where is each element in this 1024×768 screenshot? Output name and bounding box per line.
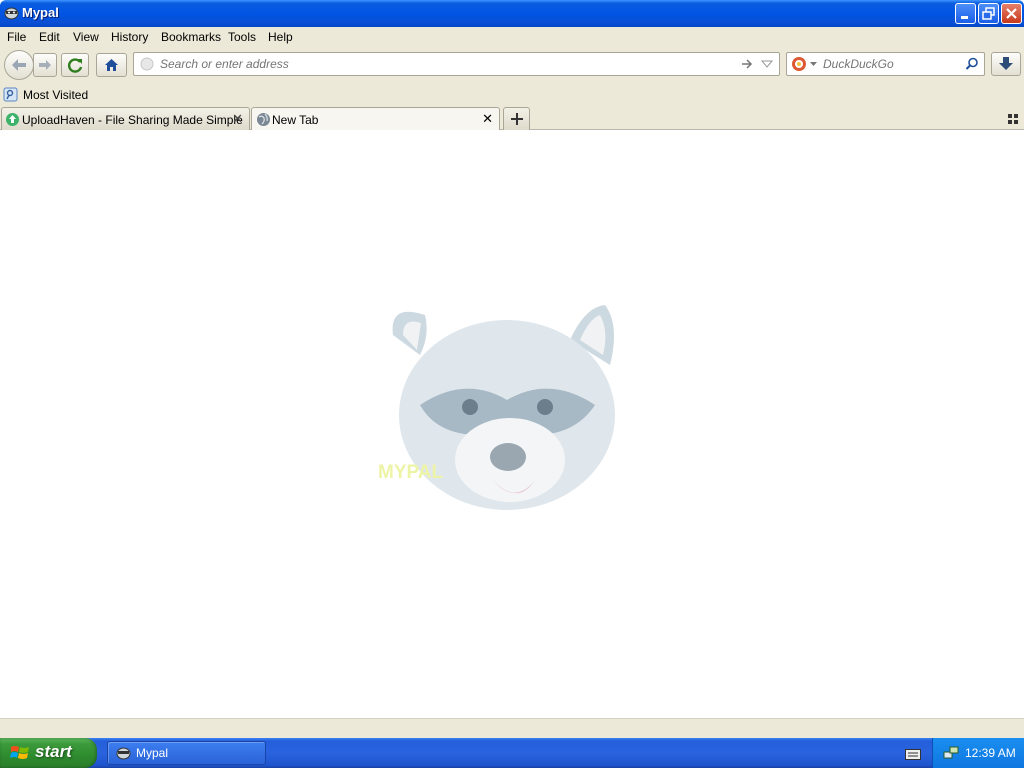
home-button[interactable]	[96, 53, 127, 77]
start-button[interactable]: start	[0, 738, 97, 768]
reload-icon	[68, 58, 83, 73]
forward-arrow-icon	[39, 60, 51, 70]
bookmark-label: Most Visited	[23, 88, 89, 102]
duckduckgo-icon[interactable]	[791, 56, 807, 72]
tab-title: UploadHaven - File Sharing Made Simple	[22, 113, 243, 127]
minimize-button[interactable]	[955, 3, 976, 24]
search-bar[interactable]	[786, 52, 985, 76]
keyboard-icon[interactable]	[905, 747, 921, 760]
raccoon-app-icon	[4, 7, 19, 20]
menu-bookmarks[interactable]: Bookmarks	[161, 30, 221, 44]
tab-strip: UploadHaven - File Sharing Made Simple ✕…	[0, 106, 1024, 131]
globe-favicon	[257, 113, 270, 126]
minimize-icon	[961, 16, 968, 19]
menu-help[interactable]: Help	[268, 30, 293, 44]
page-content: MYPAL	[0, 130, 1024, 718]
engine-dropdown-icon[interactable]	[810, 62, 817, 67]
system-tray: 12:39 AM	[932, 738, 1024, 768]
menu-edit[interactable]: Edit	[39, 30, 60, 44]
restore-icon	[982, 7, 995, 20]
restore-button[interactable]	[978, 3, 999, 24]
logo-text: MYPAL	[378, 462, 443, 483]
download-arrow-icon	[999, 57, 1013, 70]
globe-icon	[140, 57, 154, 71]
most-visited-folder-icon	[3, 87, 18, 102]
tab-uploadhaven[interactable]: UploadHaven - File Sharing Made Simple ✕	[1, 107, 250, 130]
menu-tools[interactable]: Tools	[228, 30, 256, 44]
dropdown-arrow-icon[interactable]	[761, 59, 773, 69]
tab-new-tab[interactable]: New Tab ✕	[251, 107, 500, 131]
back-arrow-icon	[12, 59, 26, 71]
menu-view[interactable]: View	[73, 30, 99, 44]
new-tab-button[interactable]	[503, 107, 530, 130]
uploadhaven-favicon	[6, 113, 19, 126]
raccoon-app-icon	[116, 747, 131, 760]
tab-title: New Tab	[272, 113, 319, 127]
address-bar[interactable]	[133, 52, 780, 76]
tab-groups-button[interactable]	[1008, 113, 1018, 127]
navigation-toolbar	[0, 47, 1024, 83]
window-title: Mypal	[22, 5, 59, 20]
search-icon[interactable]	[965, 57, 979, 71]
reload-button[interactable]	[61, 53, 89, 77]
start-label: start	[35, 742, 72, 761]
go-arrow-icon[interactable]	[740, 57, 754, 71]
home-icon	[105, 59, 118, 71]
close-window-button[interactable]	[1001, 3, 1022, 24]
taskbar-item-label: Mypal	[136, 746, 169, 760]
plus-icon	[511, 113, 523, 125]
tab-close-icon[interactable]: ✕	[482, 111, 493, 127]
forward-button[interactable]	[33, 53, 57, 77]
menu-history[interactable]: History	[111, 30, 148, 44]
tab-grid-icon	[1008, 114, 1018, 124]
network-icon[interactable]	[943, 745, 959, 761]
taskbar: start Mypal 12:39 AM	[0, 738, 1024, 768]
bookmarks-toolbar: Most Visited	[0, 83, 1024, 106]
address-input[interactable]	[160, 56, 730, 72]
status-bar	[0, 718, 1024, 738]
menu-bar: File Edit View History Bookmarks Tools H…	[0, 27, 1024, 47]
menu-file[interactable]: File	[7, 30, 26, 44]
tab-close-icon[interactable]: ✕	[232, 111, 243, 127]
windows-logo-icon	[10, 746, 29, 759]
close-icon	[1006, 8, 1017, 19]
clock[interactable]: 12:39 AM	[965, 746, 1016, 760]
search-input[interactable]	[823, 56, 963, 72]
back-button[interactable]	[4, 50, 34, 80]
raccoon-logo: MYPAL	[378, 305, 615, 510]
taskbar-item-mypal[interactable]: Mypal	[107, 741, 266, 765]
downloads-button[interactable]	[991, 52, 1021, 76]
title-bar[interactable]: Mypal	[0, 0, 1024, 27]
